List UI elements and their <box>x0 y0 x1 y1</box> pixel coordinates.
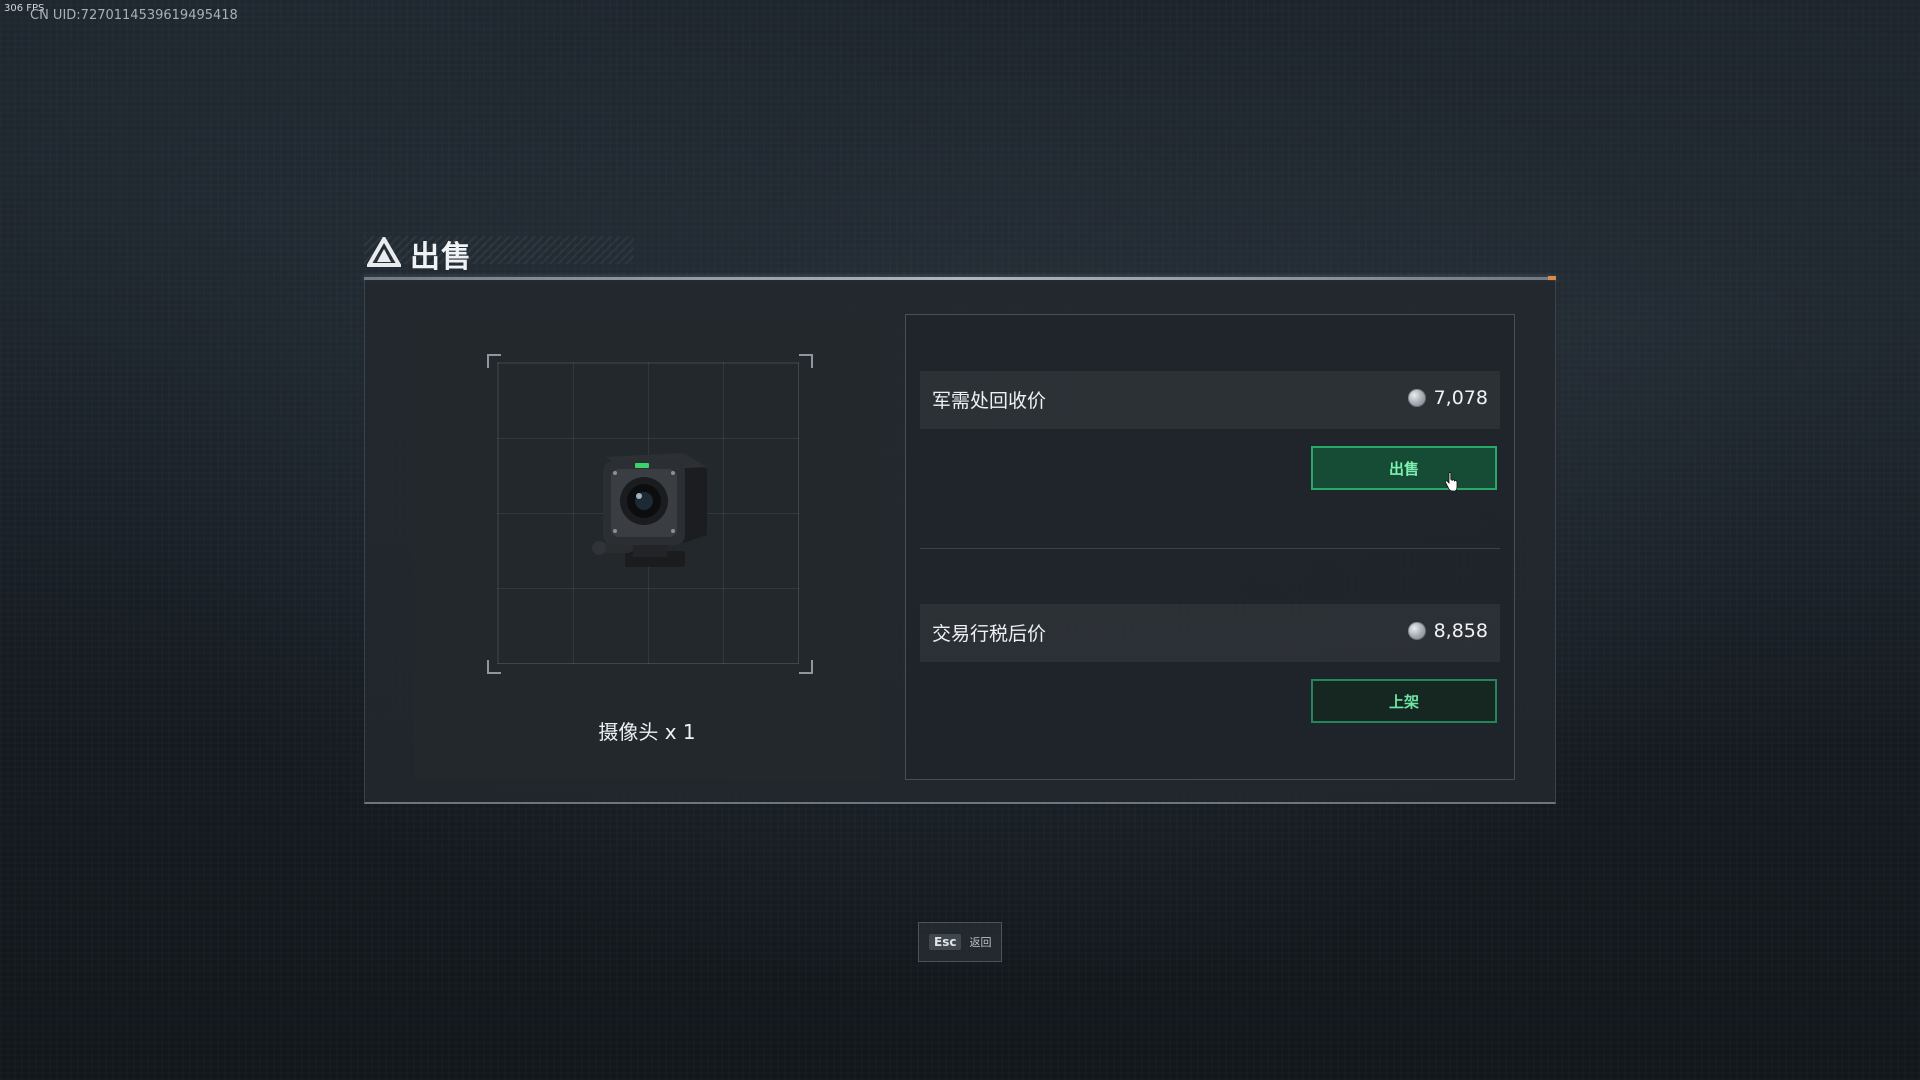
list-on-market-button[interactable]: 上架 <box>1311 679 1497 723</box>
section-divider <box>920 548 1500 549</box>
coin-icon <box>1407 389 1426 407</box>
recycle-price-row: 军需处回收价 7,078 <box>920 371 1500 429</box>
camera-icon <box>592 453 707 567</box>
coin-icon <box>1407 622 1426 640</box>
recycle-price: 7,078 <box>1407 387 1488 409</box>
user-uid: CN UID:727011453961949541​8 <box>30 8 238 23</box>
market-price-row: 交易行税后价 8,858 <box>920 604 1500 662</box>
frame-corner <box>799 354 813 368</box>
recycle-price-label: 军需处回收价 <box>932 390 1047 412</box>
esc-key-hint: Esc <box>929 934 962 950</box>
triangle-logo-icon <box>367 237 401 267</box>
esc-back-button[interactable]: Esc 返回 <box>918 922 1002 962</box>
market-price-label: 交易行税后价 <box>932 623 1047 645</box>
dialog-header: 出售 <box>364 230 1556 281</box>
header-stripes <box>364 236 634 264</box>
frame-corner <box>487 354 501 368</box>
back-label: 返回 <box>969 936 992 949</box>
item-preview-panel: 摄像头 x 1 <box>415 314 879 780</box>
sell-dialog: 摄像头 x 1 军需处回收价 7,078 出售 交易行税后价 8,858 上架 <box>364 280 1556 804</box>
market-price-value: 8,858 <box>1433 620 1488 642</box>
market-price: 8,858 <box>1407 620 1488 642</box>
frame-corner <box>487 660 501 674</box>
price-panel: 军需处回收价 7,078 出售 交易行税后价 8,858 上架 <box>905 314 1515 780</box>
recycle-price-value: 7,078 <box>1433 387 1488 409</box>
sell-button[interactable]: 出售 <box>1311 446 1497 490</box>
dialog-title: 出售 <box>410 240 472 275</box>
item-name: 摄像头 x 1 <box>598 720 696 744</box>
frame-corner <box>799 660 813 674</box>
mouse-cursor-icon <box>1445 472 1458 492</box>
